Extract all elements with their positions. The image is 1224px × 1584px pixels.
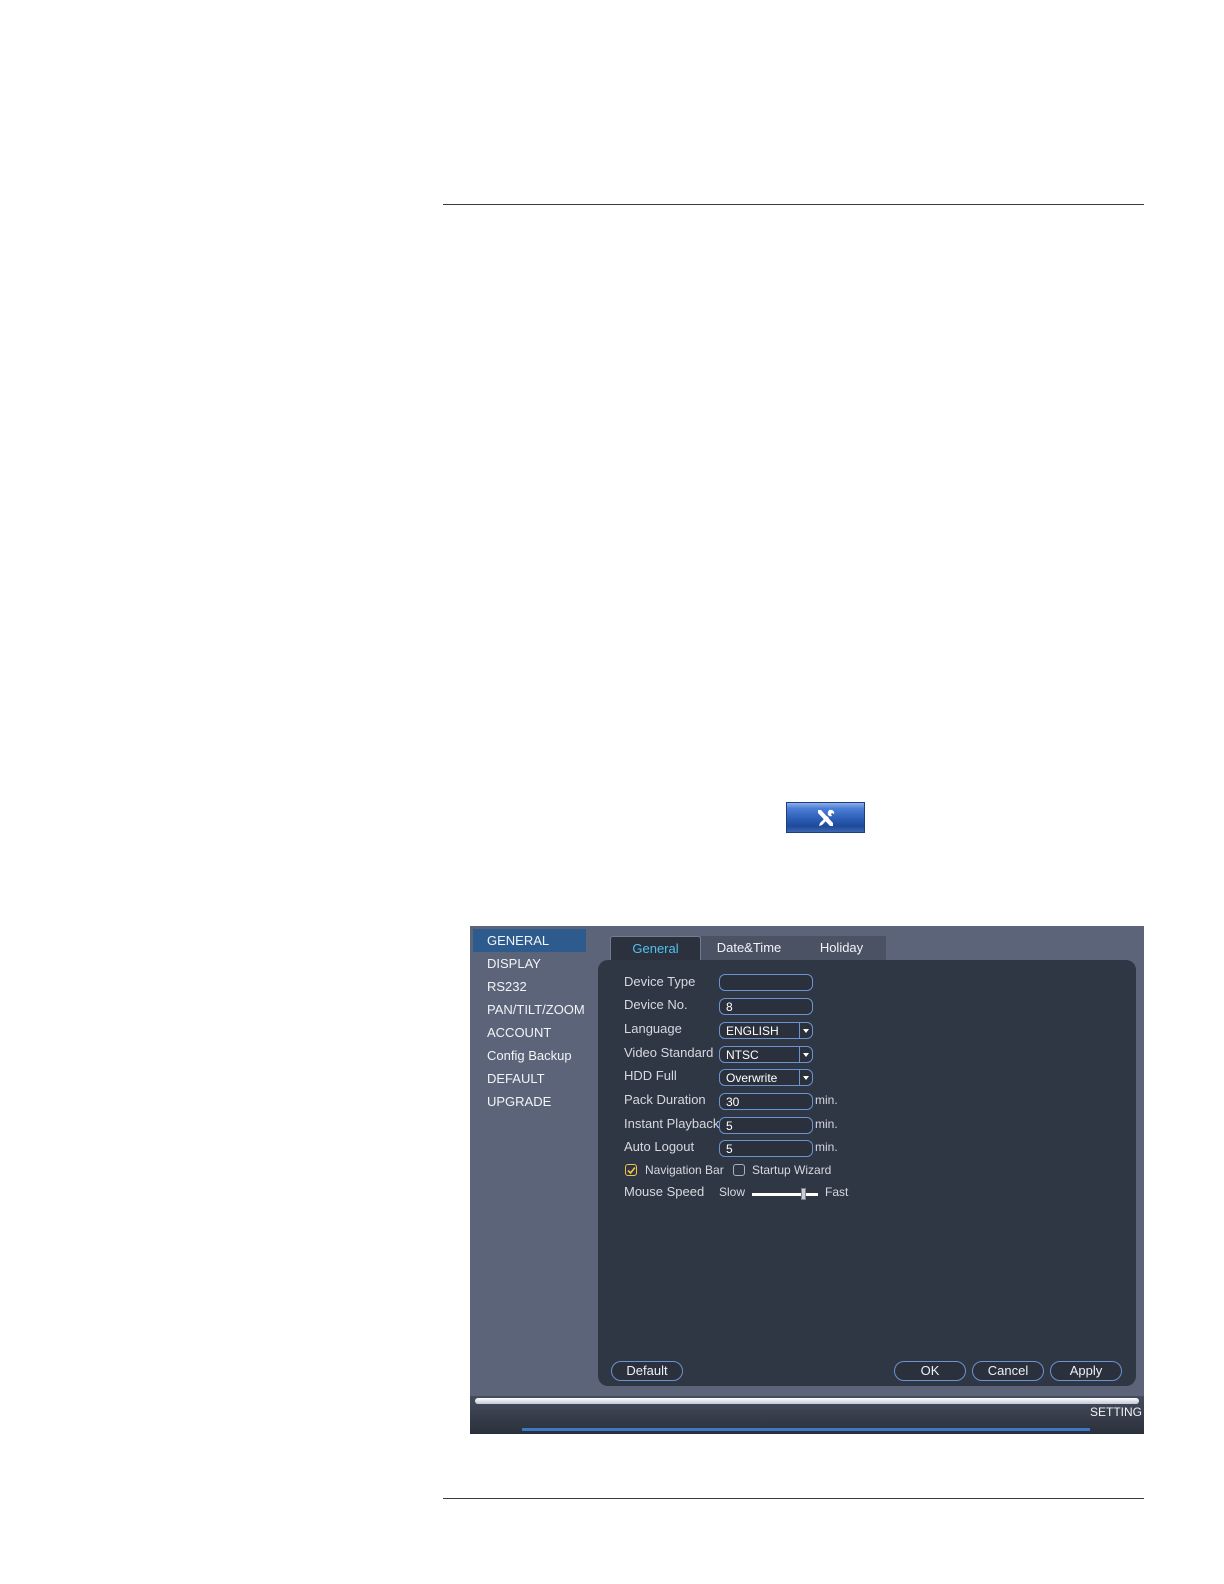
video-standard-select[interactable]: NTSC: [719, 1046, 813, 1063]
sidebar-item-display[interactable]: DISPLAY: [473, 952, 586, 975]
status-text: SETTING: [1089, 1405, 1142, 1419]
default-button[interactable]: Default: [611, 1361, 683, 1381]
status-progress-line: [522, 1428, 1090, 1431]
device-no-field[interactable]: 8: [719, 998, 813, 1015]
top-rule: [443, 204, 1144, 205]
bottom-rule: [443, 1498, 1144, 1499]
sidebar-item-config-backup[interactable]: Config Backup: [473, 1044, 586, 1067]
hdd-full-value: Overwrite: [726, 1071, 778, 1085]
ok-button[interactable]: OK: [894, 1361, 966, 1381]
mouse-speed-fast-label: Fast: [825, 1185, 849, 1199]
startup-wizard-checkbox[interactable]: [733, 1164, 745, 1176]
device-no-label: Device No.: [624, 997, 688, 1012]
tab-holiday[interactable]: Holiday: [797, 936, 886, 960]
pack-duration-label: Pack Duration: [624, 1092, 706, 1107]
settings-window: GENERAL DISPLAY RS232 PAN/TILT/ZOOM ACCO…: [470, 926, 1144, 1434]
sidebar-item-default[interactable]: DEFAULT: [473, 1067, 586, 1090]
tab-date-time[interactable]: Date&Time: [701, 936, 797, 960]
mouse-speed-slider[interactable]: [752, 1193, 818, 1196]
sidebar: GENERAL DISPLAY RS232 PAN/TILT/ZOOM ACCO…: [470, 926, 598, 1396]
sidebar-item-general[interactable]: GENERAL: [473, 929, 586, 952]
mouse-speed-slow-label: Slow: [719, 1185, 746, 1199]
status-bar: SETTING: [470, 1396, 1144, 1434]
chevron-down-icon: [799, 1070, 812, 1085]
tab-general[interactable]: General: [610, 936, 701, 960]
tools-icon: [818, 809, 835, 826]
hdd-full-label: HDD Full: [624, 1068, 677, 1083]
mouse-speed-label: Mouse Speed: [624, 1184, 705, 1199]
apply-button[interactable]: Apply: [1050, 1361, 1122, 1381]
navigation-bar-checkbox[interactable]: [625, 1164, 637, 1176]
navigation-bar-label: Navigation Bar: [645, 1163, 724, 1177]
video-standard-label: Video Standard: [624, 1045, 714, 1060]
language-select[interactable]: ENGLISH: [719, 1022, 813, 1039]
status-highlight: [475, 1398, 1139, 1404]
device-type-label: Device Type: [624, 974, 696, 989]
checkmark-icon: [627, 1166, 636, 1175]
hdd-full-select[interactable]: Overwrite: [719, 1069, 813, 1086]
auto-logout-label: Auto Logout: [624, 1139, 695, 1154]
auto-logout-field[interactable]: 5: [719, 1140, 813, 1157]
sidebar-item-upgrade[interactable]: UPGRADE: [473, 1090, 586, 1113]
sidebar-item-account[interactable]: ACCOUNT: [473, 1021, 586, 1044]
language-label: Language: [624, 1021, 682, 1036]
pack-duration-field[interactable]: 30: [719, 1093, 813, 1110]
general-settings-panel: Device Type Device No. 8 Language ENGLIS…: [598, 960, 1136, 1386]
setting-icon-button[interactable]: [786, 802, 865, 833]
mouse-speed-slider-thumb[interactable]: [800, 1188, 806, 1200]
auto-logout-unit: min.: [815, 1140, 838, 1154]
sidebar-item-ptz[interactable]: PAN/TILT/ZOOM: [473, 998, 586, 1021]
cancel-button[interactable]: Cancel: [972, 1361, 1044, 1381]
pack-duration-unit: min.: [815, 1093, 838, 1107]
language-value: ENGLISH: [726, 1024, 779, 1038]
chevron-down-icon: [799, 1047, 812, 1062]
startup-wizard-label: Startup Wizard: [752, 1163, 832, 1177]
instant-playback-unit: min.: [815, 1117, 838, 1131]
instant-playback-label: Instant Playback: [624, 1116, 720, 1131]
instant-playback-field[interactable]: 5: [719, 1117, 813, 1134]
video-standard-value: NTSC: [726, 1048, 759, 1062]
device-type-field[interactable]: [719, 974, 813, 991]
sidebar-item-rs232[interactable]: RS232: [473, 975, 586, 998]
chevron-down-icon: [799, 1023, 812, 1038]
